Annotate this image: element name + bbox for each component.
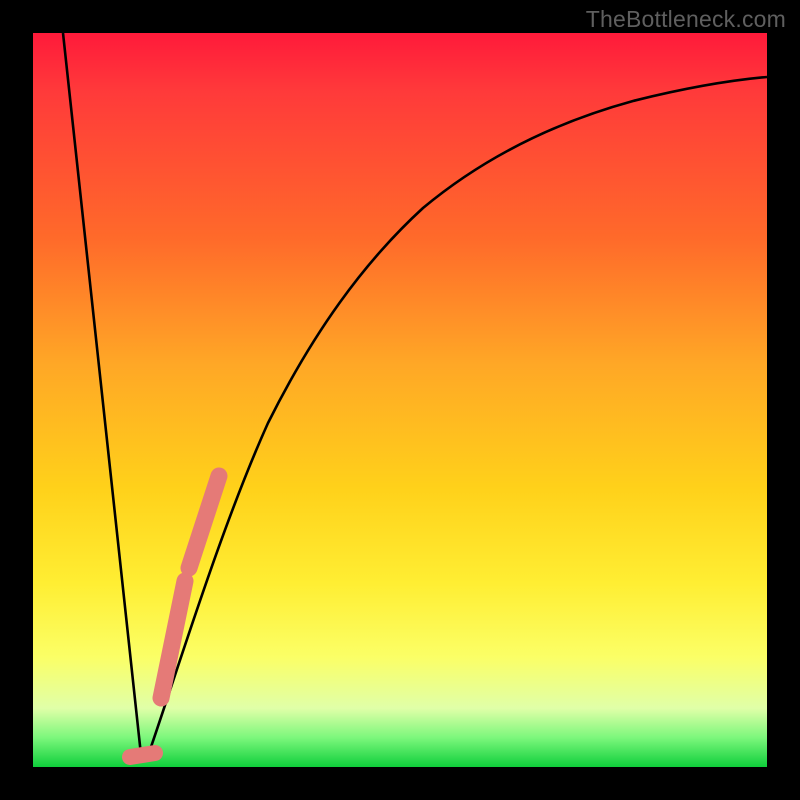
chart-frame: TheBottleneck.com — [0, 0, 800, 800]
highlight-segment-lower — [161, 581, 185, 698]
highlight-min — [130, 753, 155, 757]
plot-area — [33, 33, 767, 767]
watermark-text: TheBottleneck.com — [586, 6, 786, 33]
chart-svg — [33, 33, 767, 767]
highlight-segment-upper — [189, 476, 219, 568]
